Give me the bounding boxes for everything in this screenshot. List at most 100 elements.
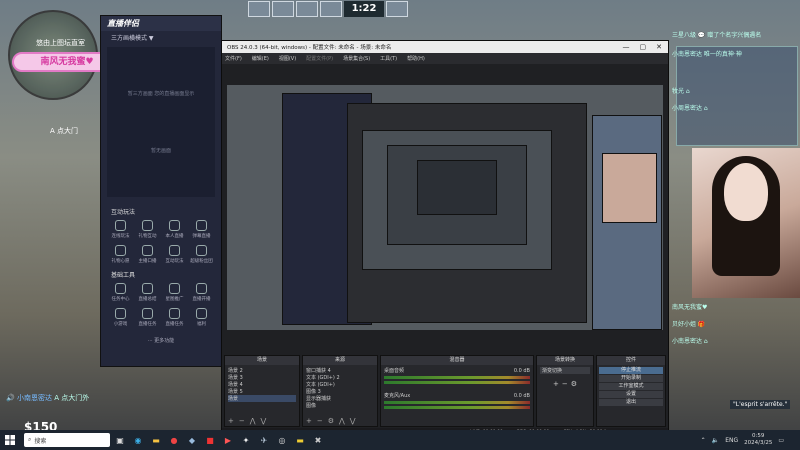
csgo-icon[interactable]: ✦ [238, 433, 254, 447]
add-icon[interactable]: + [228, 417, 234, 425]
remove-icon[interactable]: − [317, 417, 323, 425]
scene-item[interactable]: 场景 4 [228, 381, 296, 388]
interact-item[interactable]: 礼物心愿 [107, 245, 134, 264]
interact-item[interactable]: 超级粉丝团 [188, 245, 215, 264]
app-yellow-icon[interactable]: ▬ [292, 433, 308, 447]
streamer-camera [692, 148, 800, 298]
app-red-icon[interactable]: ■ [202, 433, 218, 447]
feature-icon [142, 245, 153, 256]
player-avatar [320, 1, 342, 17]
chrome-icon[interactable]: ● [166, 433, 182, 447]
source-item[interactable]: 显示器捕获 [306, 395, 374, 402]
app-title: 直播伴侣 [101, 16, 221, 31]
source-item[interactable]: 文本 (GDI+) [306, 381, 374, 388]
move-down-icon[interactable]: ⋁ [261, 417, 267, 425]
obs-icon[interactable]: ◎ [274, 433, 290, 447]
feature-icon [196, 220, 207, 231]
add-icon[interactable]: + [553, 380, 559, 388]
app-dark-icon[interactable]: ✖ [310, 433, 326, 447]
round-timer: 1:22 [344, 1, 384, 17]
volume-slider[interactable] [384, 381, 530, 384]
settings-button[interactable]: 设置 [599, 391, 663, 398]
source-item[interactable]: 图像 [306, 402, 374, 409]
gear-icon[interactable]: ⚙ [328, 417, 334, 425]
source-item[interactable]: 图像 3 [306, 388, 374, 395]
mode-dropdown[interactable]: 三方画横模式 ▼ [101, 31, 221, 43]
tool-item[interactable]: 直播总结 [134, 283, 161, 302]
obs-preview[interactable] [227, 85, 663, 330]
menu-tools[interactable]: 工具(T) [380, 55, 397, 62]
volume-icon[interactable]: 🔈 [712, 437, 719, 444]
close-icon[interactable]: ✕ [656, 43, 662, 51]
taskbar-search[interactable]: ⌕ 搜索 [24, 433, 110, 447]
transition-select[interactable]: 渐变切换 [540, 367, 590, 374]
stop-streaming-button[interactable]: 停止推流 [599, 367, 663, 374]
scene-item[interactable]: 场景 2 [228, 367, 296, 374]
remove-icon[interactable]: − [239, 417, 245, 425]
scene-item-selected[interactable]: 场景 [228, 395, 296, 402]
file-explorer-icon[interactable]: ▬ [148, 433, 164, 447]
tool-item[interactable]: 福利 [188, 308, 215, 327]
taskbar-clock[interactable]: 0:59 2024/3/25 [744, 433, 772, 447]
notification-icon[interactable]: ▭ [778, 437, 784, 444]
track-name: 麦克风/Aux [384, 393, 411, 399]
minimize-icon[interactable]: — [623, 43, 630, 51]
interact-item[interactable]: 互动玩法 [161, 245, 188, 264]
tray-chevron-icon[interactable]: ⌃ [701, 437, 706, 444]
move-up-icon[interactable]: ⋀ [339, 417, 345, 425]
gear-icon[interactable]: ⚙ [571, 380, 577, 388]
move-down-icon[interactable]: ⋁ [350, 417, 356, 425]
tool-item[interactable]: 直播开播 [188, 283, 215, 302]
start-recording-button[interactable]: 开始录制 [599, 375, 663, 382]
scene-item[interactable]: 场景 3 [228, 374, 296, 381]
nested-preview [417, 160, 497, 215]
move-up-icon[interactable]: ⋀ [250, 417, 256, 425]
menu-scene-collection[interactable]: 场景集合(S) [343, 55, 370, 62]
chat-line: 贝好小姐 🎁 [672, 321, 706, 328]
source-item[interactable]: 文本 (GDI+) 2 [306, 374, 374, 381]
killfeed-text: A 点大门外 [54, 394, 90, 402]
source-item[interactable]: 窗口捕获 4 [306, 367, 374, 374]
start-button[interactable] [0, 435, 20, 445]
dock-title: 场景转换 [537, 356, 593, 365]
menu-view[interactable]: 视图(V) [279, 55, 296, 62]
language-indicator[interactable]: ENG [725, 437, 738, 444]
tool-item[interactable]: 直播任务 [161, 308, 188, 327]
task-view-icon[interactable]: ▣ [112, 433, 128, 447]
tool-item[interactable]: 小游戏 [107, 308, 134, 327]
exit-button[interactable]: 退出 [599, 399, 663, 406]
steam2-icon[interactable]: ✈ [256, 433, 272, 447]
tools-grid: 任务中心 直播总结 星图推广 直播开播 小游戏 直播任务 直播任务 福利 [101, 283, 221, 327]
tool-item[interactable]: 任务中心 [107, 283, 134, 302]
edge-icon[interactable]: ◉ [130, 433, 146, 447]
interact-item[interactable]: 主播口播 [134, 245, 161, 264]
interact-item[interactable]: 本人直播 [161, 220, 188, 239]
more-features-link[interactable]: ··· 更多功能 [101, 337, 221, 344]
system-tray: ⌃ 🔈 ENG 0:59 2024/3/25 ▭ [701, 433, 800, 447]
camera-subject-face [724, 163, 768, 221]
interact-item[interactable]: 礼物互动 [134, 220, 161, 239]
menu-help[interactable]: 帮助(H) [407, 55, 425, 62]
empty-hint: 暂三方画面 您的直播画面显示 [127, 91, 195, 97]
volume-slider[interactable] [384, 406, 530, 409]
menu-profile[interactable]: 配置文件(P) [306, 55, 333, 62]
killfeed: 🔊 小南恩密达 A 点大门外 [6, 393, 89, 403]
tool-item[interactable]: 星图推广 [161, 283, 188, 302]
app-red2-icon[interactable]: ▶ [220, 433, 236, 447]
steam-icon[interactable]: ◆ [184, 433, 200, 447]
interact-item[interactable]: 连线玩法 [107, 220, 134, 239]
scene-item[interactable]: 场景 5 [228, 388, 296, 395]
feature-icon [142, 283, 153, 294]
obs-title-text: OBS 24.0.3 (64-bit, windows) - 配置文件: 未命名… [227, 45, 392, 51]
tool-item[interactable]: 直播任务 [134, 308, 161, 327]
interact-item[interactable]: 弹幕直播 [188, 220, 215, 239]
menu-file[interactable]: 文件(F) [225, 55, 242, 62]
add-icon[interactable]: + [306, 417, 312, 425]
search-icon: ⌕ [28, 436, 32, 443]
feature-icon [196, 308, 207, 319]
nested-camera [602, 153, 657, 223]
menu-edit[interactable]: 编辑(E) [252, 55, 269, 62]
remove-icon[interactable]: − [562, 380, 568, 388]
studio-mode-button[interactable]: 工作室模式 [599, 383, 663, 390]
maximize-icon[interactable]: ▢ [640, 43, 647, 51]
